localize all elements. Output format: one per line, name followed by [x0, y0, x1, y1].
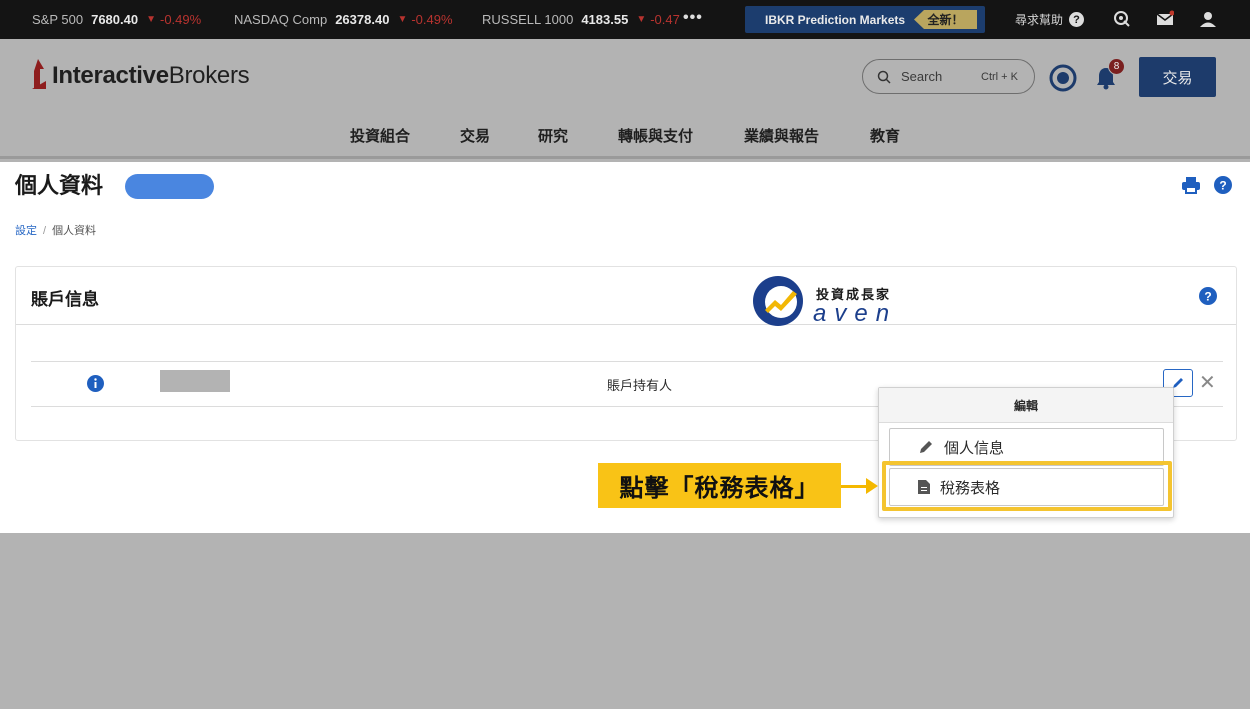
brand-bold: Interactive [52, 62, 169, 89]
ticker-change: -0.47 [650, 12, 680, 27]
down-arrow-icon: ▼ [397, 14, 408, 25]
chat-icon[interactable] [1113, 10, 1131, 28]
nav-education[interactable]: 教育 [870, 125, 900, 147]
breadcrumb: 設定 / 個人資料 [15, 222, 96, 238]
ticker-value: 26378.40 [335, 12, 390, 27]
prediction-markets-label: IBKR Prediction Markets [765, 12, 906, 27]
ticker-name: RUSSELL 1000 [482, 12, 574, 27]
svg-text:?: ? [1204, 290, 1211, 304]
assistant-icon[interactable] [1049, 64, 1077, 92]
search-input[interactable]: Search Ctrl + K [862, 59, 1035, 94]
watermark-subtitle: aven [813, 300, 898, 327]
ticker-change: -0.49% [411, 12, 453, 27]
prediction-markets-banner[interactable]: IBKR Prediction Markets 全新！ [745, 6, 985, 33]
trade-button[interactable]: 交易 [1139, 57, 1216, 97]
info-icon[interactable] [87, 375, 104, 392]
question-icon: ? [1069, 12, 1085, 27]
watermark-logo: 投資成長家 aven [751, 274, 911, 328]
nav-transfer-pay[interactable]: 轉帳與支付 [618, 125, 693, 147]
nav-trade[interactable]: 交易 [460, 125, 490, 147]
redacted-name [160, 370, 230, 392]
breadcrumb-settings[interactable]: 設定 [15, 225, 37, 237]
account-role: 賬戶持有人 [607, 378, 673, 393]
tax-forms-highlight [882, 461, 1172, 511]
svg-text:?: ? [1219, 179, 1226, 193]
menu-item-label: 個人信息 [944, 439, 1005, 457]
nav-performance-reports[interactable]: 業績與報告 [744, 125, 819, 147]
account-name-pill [125, 174, 214, 199]
mail-icon[interactable] [1156, 10, 1174, 28]
ticker-item-nasdaq[interactable]: NASDAQ Comp 26378.40 ▼ -0.49% [234, 0, 453, 39]
breadcrumb-current: 個人資料 [52, 225, 97, 237]
ib-logo-mark-icon [32, 59, 46, 89]
more-tickers-icon[interactable]: ••• [683, 9, 703, 27]
ticker-bar: S&P 500 7680.40 ▼ -0.49% NASDAQ Comp 263… [0, 0, 1250, 39]
search-placeholder: Search [901, 69, 943, 84]
main-header: InteractiveBrokers Search Ctrl + K 8 交易 … [0, 39, 1250, 159]
ticker-item-sp500[interactable]: S&P 500 7680.40 ▼ -0.49% [32, 0, 201, 39]
panel-title: 賬戶信息 [31, 290, 99, 309]
arrow-right-icon [866, 478, 878, 494]
nav-portfolio[interactable]: 投資組合 [350, 125, 410, 147]
ticker-item-russell[interactable]: RUSSELL 1000 4183.55 ▼ -0.47 [482, 0, 680, 39]
search-icon [877, 70, 891, 84]
pencil-icon [918, 439, 934, 455]
panel-help-icon[interactable]: ? [1199, 287, 1217, 305]
user-icon[interactable] [1199, 10, 1217, 28]
help-icon[interactable]: ? [1214, 176, 1232, 194]
ticker-value: 4183.55 [581, 12, 629, 27]
down-arrow-icon: ▼ [146, 14, 156, 25]
instruction-callout: 點擊「稅務表格」 [598, 463, 841, 508]
ticker-name: S&P 500 [32, 12, 84, 27]
ticker-change: -0.49% [160, 12, 202, 27]
notification-badge: 8 [1108, 58, 1125, 75]
help-link-label: 尋求幫助 [1015, 13, 1064, 27]
nav-research[interactable]: 研究 [538, 125, 568, 147]
ticker-value: 7680.40 [91, 12, 139, 27]
breadcrumb-separator: / [43, 225, 47, 237]
ticker-name: NASDAQ Comp [234, 12, 328, 27]
page-title: 個人資料 [15, 173, 104, 198]
panel-header: 賬戶信息 投資成長家 aven ? [16, 267, 1236, 328]
callout-arrow-line [841, 485, 869, 488]
print-icon[interactable] [1181, 175, 1201, 195]
brand-regular: Brokers [168, 62, 250, 89]
new-badge: 全新！ [914, 10, 977, 29]
close-icon[interactable]: ✕ [1199, 370, 1216, 395]
help-link[interactable]: 尋求幫助 ? [1015, 11, 1085, 28]
watermark-emblem-icon [753, 276, 803, 326]
ib-logo[interactable]: InteractiveBrokers [30, 59, 250, 93]
search-shortcut: Ctrl + K [981, 70, 1018, 83]
dropdown-header: 編輯 [879, 388, 1173, 423]
down-arrow-icon: ▼ [636, 14, 647, 25]
